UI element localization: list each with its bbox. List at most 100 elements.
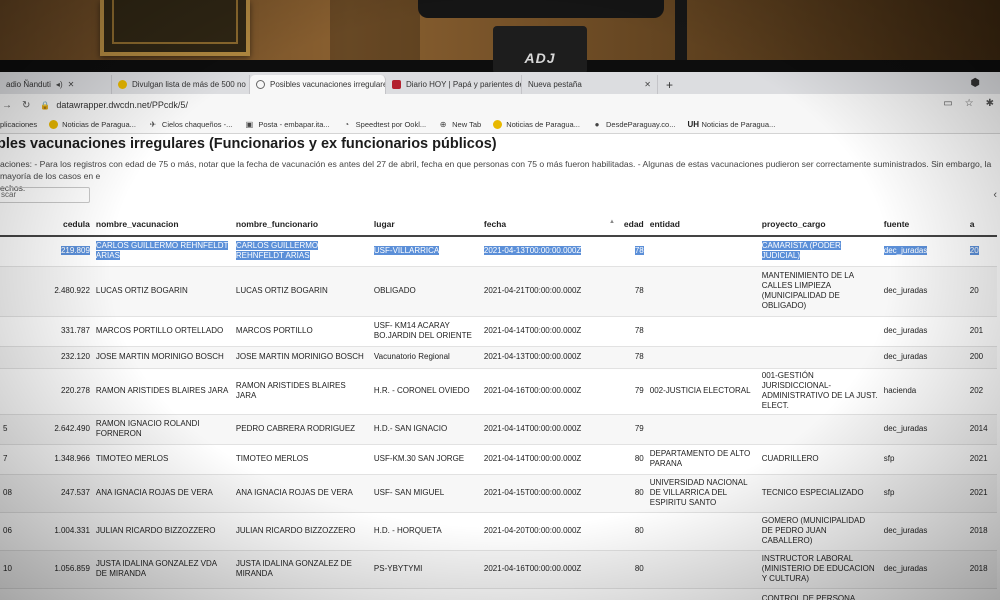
table-row[interactable]: 08 247.537 ANA IGNACIA ROJAS DE VERA ANA IG… [0, 474, 997, 513]
bookmark-cielos[interactable]: ✈ Cielos chaqueños -... [148, 120, 233, 129]
table-row[interactable]: 5 2.642.490 RAMON IGNACIO ROLANDI FORNERON… [0, 414, 997, 445]
gear-icon[interactable]: ✱ [986, 98, 994, 109]
bookmark-noticias-1[interactable]: Noticias de Paragua... [49, 120, 136, 129]
close-icon[interactable]: ✕ [68, 80, 75, 89]
cell-text: PS-YBYTYMI [373, 564, 423, 573]
cell-lugar: H.D. - HORQUETA [370, 512, 481, 551]
cell-text: RAMON ARISTIDES BLAIRES JARA [95, 386, 229, 395]
cell-text: 202 [969, 386, 984, 395]
table-row[interactable]: 232.120 JOSE MARTIN MORINIGO BOSCH JOSE MA… [0, 346, 997, 369]
cell-text: USF- KM14 ACARAY BO.JARDIN DEL ORIENTE [373, 321, 472, 340]
cell-edad: 79 [620, 414, 647, 445]
tab-label: Diario HOY | Papá y parientes de [406, 80, 522, 89]
cell-text: 247.537 [60, 488, 90, 497]
tab-nueva-pestana[interactable]: Nueva pestaña ✕ [522, 75, 658, 94]
column-header-edad[interactable]: edad [620, 212, 647, 237]
chevron-left-icon[interactable]: ‹ [993, 189, 997, 201]
cast-icon[interactable]: ▭ [943, 98, 952, 109]
table-row[interactable]: 10 1.056.859 JUSTA IDALINA GONZALEZ VDA DE… [0, 550, 997, 589]
forward-icon[interactable]: → [2, 100, 12, 111]
column-header-proyecto-cargo[interactable]: proyecto_cargo [758, 212, 881, 237]
browser-tab-bar: adio Ñanduti ◂) ✕ Divulgan lista de más … [0, 72, 1000, 94]
sort-asc-icon: ▲ [608, 218, 615, 225]
bookmark-new-tab[interactable]: ⊕ New Tab [438, 120, 481, 129]
cell-cedula: 247.537 [14, 474, 93, 513]
cell-anio: 200 [966, 346, 997, 369]
cell-text: 2021-04-16T00:00:00.000Z [483, 564, 582, 573]
bookmark-label: plicaciones [0, 120, 38, 129]
page-content: bles vacunaciones irregulares (Funcionar… [0, 134, 1000, 600]
column-header-fuente[interactable]: fuente [880, 212, 967, 237]
column-header-entidad[interactable]: entidad [646, 212, 759, 237]
cell-text: JULIAN RICARDO BIZZOZZERO [235, 526, 356, 535]
cell-text: JOSE MARTIN MORINIGO BOSCH [95, 352, 224, 361]
bookmark-speedtest[interactable]: ◔ Speedtest por Ookl... [342, 120, 426, 129]
table-row[interactable]: 2.480.922 LUCAS ORTIZ BOGARIN LUCAS ORTIZ … [0, 266, 997, 317]
cell-text: 80 [634, 526, 644, 535]
column-header-nombre-funcionario[interactable]: nombre_funcionario [232, 212, 371, 237]
cell-fuente: dec_juradas [880, 236, 967, 267]
cell-text: 001-GESTIÓN JURISDICCIONAL-ADMINISTRATIV… [761, 371, 878, 410]
plane-icon: ✈ [149, 120, 157, 129]
new-tab-button[interactable]: + [658, 75, 681, 94]
reload-icon[interactable]: ↻ [22, 100, 30, 111]
cell-nombre-funcionario: JOSE MARTIN MORINIGO BOSCH [232, 346, 371, 369]
bookmark-noticias-2[interactable]: Noticias de Paragua... [493, 120, 580, 129]
cell-fecha: 2021-04-15T00:00:00.000Z [480, 474, 621, 513]
url-text: datawrapper.dwcdn.net/PPcdk/5/ [56, 100, 188, 110]
tab-divulgan[interactable]: Divulgan lista de más de 500 no ✕ [112, 75, 250, 94]
search-input[interactable]: scar [0, 187, 90, 203]
bookmark-apps[interactable]: plicaciones [0, 120, 37, 129]
webcam-mount [418, 0, 664, 18]
cell-entidad [646, 266, 759, 317]
tab-radio-nanduti[interactable]: adio Ñanduti ◂) ✕ [0, 75, 112, 94]
globe-icon: ⊕ [439, 120, 447, 129]
table-row[interactable]: 7 1.348.966 TIMOTEO MERLOS TIMOTEO MERLOS US… [0, 444, 997, 475]
cell-edad: 80 [620, 444, 647, 475]
cell-entidad [646, 236, 759, 267]
cell-lugar: OBLIGADO [370, 266, 481, 317]
table-row[interactable]: 219.809 CARLOS GUILLERMO REHNFELDT ARIAS C… [0, 236, 997, 267]
cell-text: 2.480.922 [54, 286, 90, 295]
table-row[interactable]: 331.787 MARCOS PORTILLO ORTELLADO MARCOS P… [0, 316, 997, 347]
cell-fecha: 2021-04-21T00:00:00.000Z [480, 266, 621, 317]
globe-icon [256, 80, 265, 89]
cell-text: 20 [969, 286, 979, 295]
table-row[interactable]: 06 1.004.331 JULIAN RICARDO BIZZOZZERO JULI… [0, 512, 997, 551]
cell-text: 331.787 [60, 326, 90, 335]
column-header-nombre-vacunacion[interactable]: nombre_vacunacion [92, 212, 233, 237]
table-row[interactable]: 220.278 RAMON ARISTIDES BLAIRES JARA RAMON… [0, 368, 997, 415]
cell-text: JULIAN RICARDO BIZZOZZERO [95, 526, 216, 535]
cell-text: 78 [634, 286, 644, 295]
extension-icon[interactable]: ⬢ [970, 76, 980, 89]
column-header-lugar[interactable]: lugar [370, 212, 481, 237]
bookmark-label: Noticias de Paragua... [701, 120, 776, 129]
column-header-cedula[interactable]: cedula [14, 212, 93, 237]
bookmark-noticias-3[interactable]: UH Noticias de Paragua... [687, 120, 775, 129]
tab-posibles-vacunaciones[interactable]: Posibles vacunaciones irregulares ✕ [250, 75, 386, 94]
bookmarks-bar: plicaciones Noticias de Paragua... ✈ Ciel… [0, 116, 1000, 134]
bookmark-desdeparaguay[interactable]: ● DesdeParaguay.co... [592, 120, 676, 129]
gauge-icon: ◔ [344, 120, 350, 129]
cell-idx: 5 [0, 414, 15, 445]
cell-text: dec_juradas [883, 246, 928, 256]
page-description: aciones: - Para los registros con edad d… [0, 158, 1000, 194]
cell-text: MARCOS PORTILLO [235, 326, 313, 335]
column-header-anio[interactable]: a [966, 212, 997, 237]
table-row[interactable]: CONTROL DE PERSONA [0, 588, 997, 600]
cell-text: 2021-04-13T00:00:00.000Z [483, 352, 582, 361]
star-icon[interactable]: ☆ [965, 98, 974, 109]
bookmark-posta[interactable]: ▣ Posta - embapar.ita... [244, 120, 330, 129]
tab-diario-hoy[interactable]: Diario HOY | Papá y parientes de ✕ [386, 75, 522, 94]
close-icon[interactable]: ✕ [644, 80, 651, 89]
column-header-index[interactable] [0, 212, 15, 237]
column-header-fecha[interactable]: fecha ▲ [480, 212, 621, 237]
cell-entidad [646, 550, 759, 589]
cell-text: 80 [634, 454, 644, 463]
news-favicon-icon [118, 80, 127, 89]
cell-nombre-vacunacion: ANA IGNACIA ROJAS DE VERA [92, 474, 233, 513]
url-field[interactable]: 🔒 datawrapper.dwcdn.net/PPcdk/5/ [40, 100, 188, 110]
bookmark-label: Noticias de Paragua... [62, 120, 136, 129]
cell-cedula: 2.480.922 [14, 266, 93, 317]
cell-fuente: sfp [880, 444, 967, 475]
